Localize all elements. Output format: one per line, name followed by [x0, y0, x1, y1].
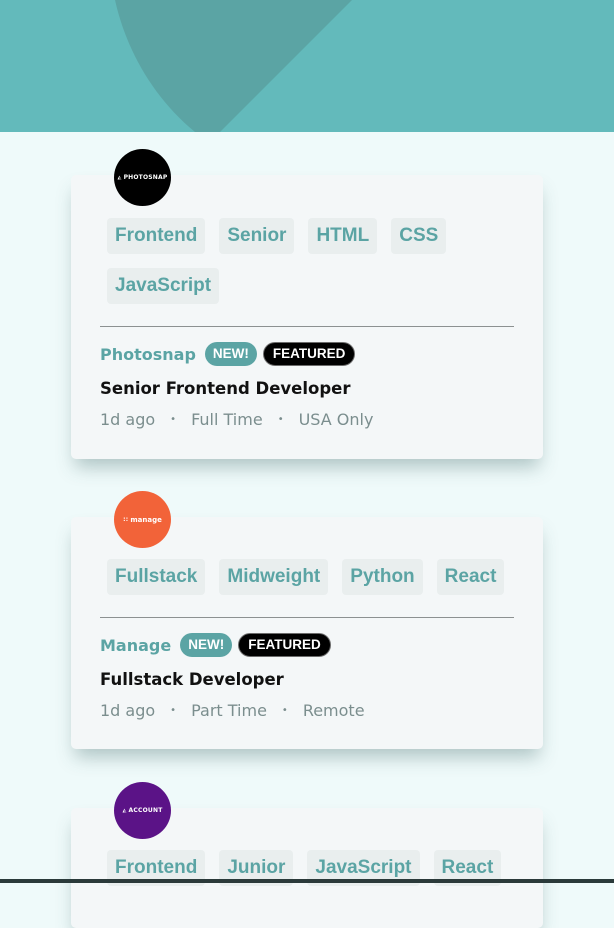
job-meta: 1d ago • Part Time • Remote	[100, 701, 365, 720]
company-name: Photosnap	[100, 344, 196, 364]
separator-dot: •	[277, 413, 284, 425]
separator-dot: •	[281, 704, 288, 716]
job-meta: 1d ago • Full Time • USA Only	[100, 410, 373, 429]
logo-mark-icon: ::	[123, 516, 129, 523]
job-card-manage[interactable]: :: manage Fullstack Midweight Python Rea…	[71, 491, 543, 749]
tag-html[interactable]: HTML	[308, 218, 378, 254]
tag-list: Frontend Senior HTML CSS JavaScript	[107, 218, 527, 318]
company-logo: ◭ ACCOUNT	[114, 782, 171, 839]
location: Remote	[302, 701, 365, 720]
separator-dot: •	[170, 413, 177, 425]
company-name: Manage	[100, 635, 172, 655]
tag-react[interactable]: React	[436, 559, 505, 595]
tag-list: Fullstack Midweight Python React	[107, 559, 527, 609]
tag-css[interactable]: CSS	[391, 218, 447, 254]
company-row: Photosnap NEW! FEATURED	[100, 342, 361, 366]
posted-at: 1d ago	[100, 701, 156, 720]
company-row: Manage NEW! FEATURED	[100, 633, 337, 657]
location: USA Only	[298, 410, 374, 429]
tag-midweight[interactable]: Midweight	[219, 559, 329, 595]
tag-senior[interactable]: Senior	[219, 218, 295, 254]
card-divider	[100, 617, 514, 618]
tag-fullstack[interactable]: Fullstack	[107, 559, 206, 595]
window-bottom-edge	[0, 879, 614, 883]
company-logo: :: manage	[114, 491, 171, 548]
position-title[interactable]: Fullstack Developer	[100, 670, 284, 689]
tag-list: Frontend Junior JavaScript React	[107, 850, 527, 900]
logo-mark-icon: ◭	[117, 174, 122, 181]
separator-dot: •	[170, 704, 177, 716]
card-divider	[100, 326, 514, 327]
job-card-photosnap[interactable]: ◭ PHOTOSNAP Frontend Senior HTML CSS Jav…	[71, 149, 543, 459]
contract-type: Part Time	[191, 701, 267, 720]
new-badge: NEW!	[180, 633, 233, 657]
tag-python[interactable]: Python	[342, 559, 423, 595]
contract-type: Full Time	[191, 410, 263, 429]
logo-text: manage	[130, 515, 162, 524]
logo-text: PHOTOSNAP	[123, 174, 168, 181]
new-badge: NEW!	[204, 342, 257, 366]
tag-frontend[interactable]: Frontend	[107, 218, 206, 254]
logo-mark-icon: ◭	[122, 807, 127, 814]
posted-at: 1d ago	[100, 410, 156, 429]
featured-badge: FEATURED	[262, 342, 356, 366]
position-title[interactable]: Senior Frontend Developer	[100, 379, 350, 398]
featured-badge: FEATURED	[238, 633, 331, 657]
logo-text: ACCOUNT	[128, 807, 163, 814]
tag-javascript[interactable]: JavaScript	[107, 268, 220, 304]
job-listings: ◭ PHOTOSNAP Frontend Senior HTML CSS Jav…	[0, 0, 614, 928]
company-logo: ◭ PHOTOSNAP	[114, 149, 171, 206]
job-card-account[interactable]: ◭ ACCOUNT Frontend Junior JavaScript Rea…	[71, 782, 543, 928]
